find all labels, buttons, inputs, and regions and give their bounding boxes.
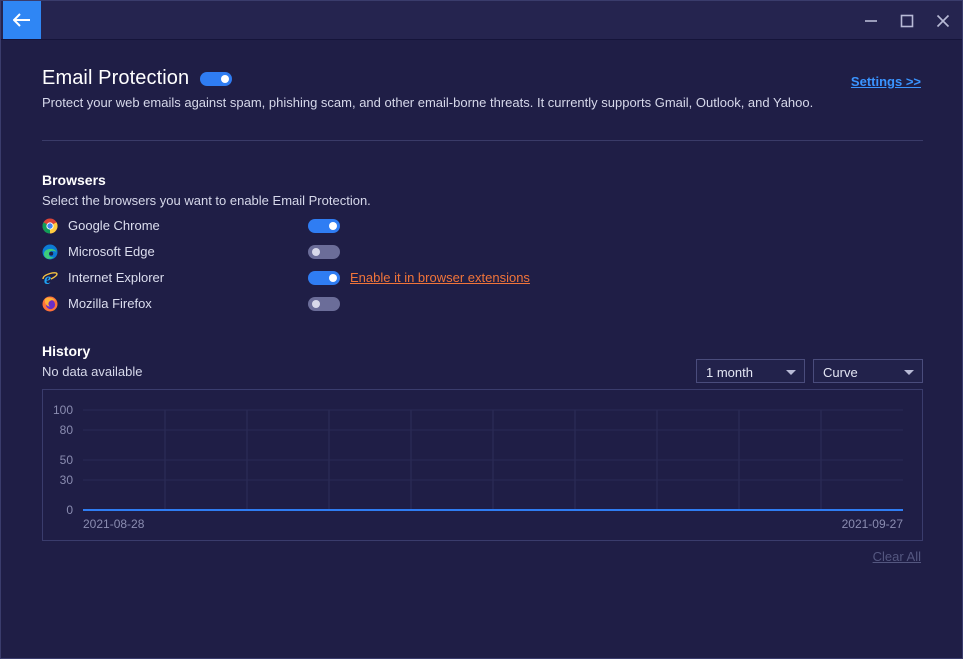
firefox-icon [42,296,58,312]
browser-name: Mozilla Firefox [68,296,152,311]
browser-name: Internet Explorer [68,270,165,285]
browser-row-firefox: Mozilla Firefox [42,295,642,313]
history-chart-svg: 0 30 50 80 100 2021-08-28 2021-09-27 [53,403,904,531]
enable-extension-link[interactable]: Enable it in browser extensions [350,270,530,285]
browsers-title: Browsers [42,172,106,188]
chevron-down-icon [786,370,796,375]
page-header: Email Protection [42,67,233,90]
arrow-left-icon [13,13,30,27]
close-button[interactable] [931,9,955,33]
history-status: No data available [42,364,143,379]
settings-link[interactable]: Settings >> [851,74,921,89]
chrome-icon [42,218,58,234]
chart-type-select[interactable]: Curve [813,359,923,383]
back-button[interactable] [3,1,41,39]
y-tick-label: 80 [60,423,74,437]
firefox-toggle[interactable] [308,297,340,311]
minimize-icon [865,20,877,22]
divider [42,140,923,141]
toggle-knob [221,75,230,83]
toggle-knob [312,300,320,308]
email-protection-toggle[interactable] [200,72,233,86]
ie-toggle[interactable] [308,271,340,285]
browsers-description: Select the browsers you want to enable E… [42,193,371,208]
y-tick-label: 100 [53,403,73,417]
time-range-value: 1 month [706,365,753,380]
x-tick-label: 2021-08-28 [83,517,145,531]
y-tick-label: 50 [60,453,74,467]
chevron-down-icon [904,370,914,375]
maximize-icon [900,14,914,28]
history-chart: 0 30 50 80 100 2021-08-28 2021-09-27 [42,389,923,541]
toggle-knob [312,248,320,256]
minimize-button[interactable] [859,9,883,33]
x-tick-label: 2021-09-27 [842,517,904,531]
toggle-knob [329,274,337,282]
history-title: History [42,343,91,359]
maximize-button[interactable] [895,9,919,33]
toggle-knob [329,222,337,230]
chart-type-value: Curve [823,365,858,380]
y-tick-label: 30 [60,473,74,487]
browser-name: Microsoft Edge [68,244,155,259]
close-icon [936,14,950,28]
edge-icon [42,244,58,260]
page-title: Email Protection [42,67,190,89]
time-range-select[interactable]: 1 month [696,359,805,383]
app-window: Email Protection Settings >> Protect you… [0,0,963,659]
browser-row-edge: Microsoft Edge [42,243,642,261]
page-description: Protect your web emails against spam, ph… [42,95,814,110]
browser-name: Google Chrome [68,218,160,233]
browser-row-ie: e Internet Explorer Enable it in browser… [42,269,642,287]
browser-row-chrome: Google Chrome [42,217,642,235]
chrome-toggle[interactable] [308,219,340,233]
title-bar [1,1,962,40]
edge-toggle[interactable] [308,245,340,259]
ie-icon: e [42,271,58,286]
clear-all-link[interactable]: Clear All [873,549,921,564]
y-tick-label: 0 [66,503,73,517]
